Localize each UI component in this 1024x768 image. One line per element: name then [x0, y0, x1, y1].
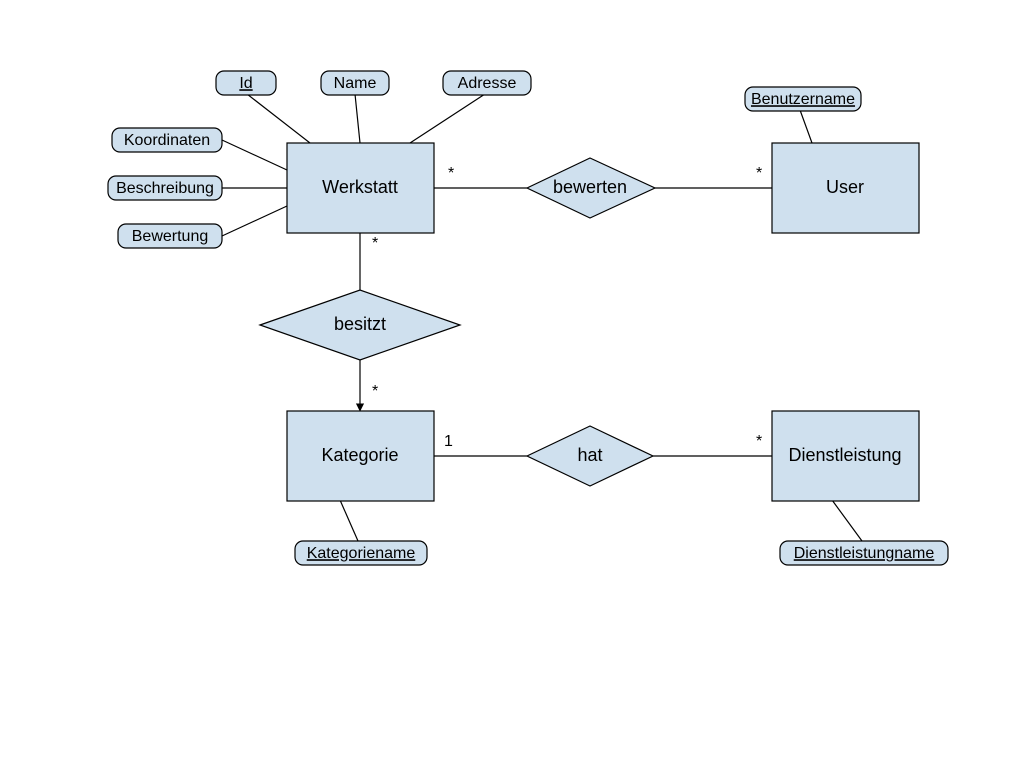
entity-werkstatt-label: Werkstatt: [322, 177, 398, 197]
card-user-bewerten: *: [756, 165, 762, 182]
card-dienstleistung-hat: *: [756, 433, 762, 450]
entity-user-label: User: [826, 177, 864, 197]
attr-id-label: Id: [239, 75, 252, 92]
card-kategorie-hat: 1: [444, 433, 453, 450]
edge-bewertung-werkstatt: [222, 206, 287, 236]
edge-dienstleistungname-dienstleistung: [832, 500, 862, 541]
attr-koordinaten-label: Koordinaten: [124, 132, 210, 149]
card-werkstatt-besitzt: *: [372, 235, 378, 252]
rel-hat-label: hat: [577, 445, 602, 465]
attr-benutzername-label: Benutzername: [751, 91, 855, 108]
attr-dienstleistungname-label: Dienstleistungname: [794, 545, 935, 562]
entity-kategorie-label: Kategorie: [321, 445, 398, 465]
edge-name-werkstatt: [355, 94, 360, 143]
rel-besitzt-label: besitzt: [334, 314, 386, 334]
attr-adresse-label: Adresse: [458, 75, 517, 92]
attr-beschreibung-label: Beschreibung: [116, 180, 214, 197]
er-diagram: * * * * 1 * Werkstatt User Kategorie Die…: [0, 0, 1024, 768]
edge-id-werkstatt: [247, 94, 310, 143]
card-werkstatt-bewerten: *: [448, 165, 454, 182]
edge-koordinaten-werkstatt: [222, 140, 287, 170]
attr-bewertung-label: Bewertung: [132, 228, 209, 245]
edge-kategoriename-kategorie: [340, 500, 358, 541]
attr-kategoriename-label: Kategoriename: [307, 545, 416, 562]
card-kategorie-besitzt: *: [372, 383, 378, 400]
attr-name-label: Name: [334, 75, 377, 92]
edge-adresse-werkstatt: [410, 94, 485, 143]
edge-benutzername-user: [800, 110, 812, 143]
entity-dienstleistung-label: Dienstleistung: [788, 445, 901, 465]
rel-bewerten-label: bewerten: [553, 177, 627, 197]
